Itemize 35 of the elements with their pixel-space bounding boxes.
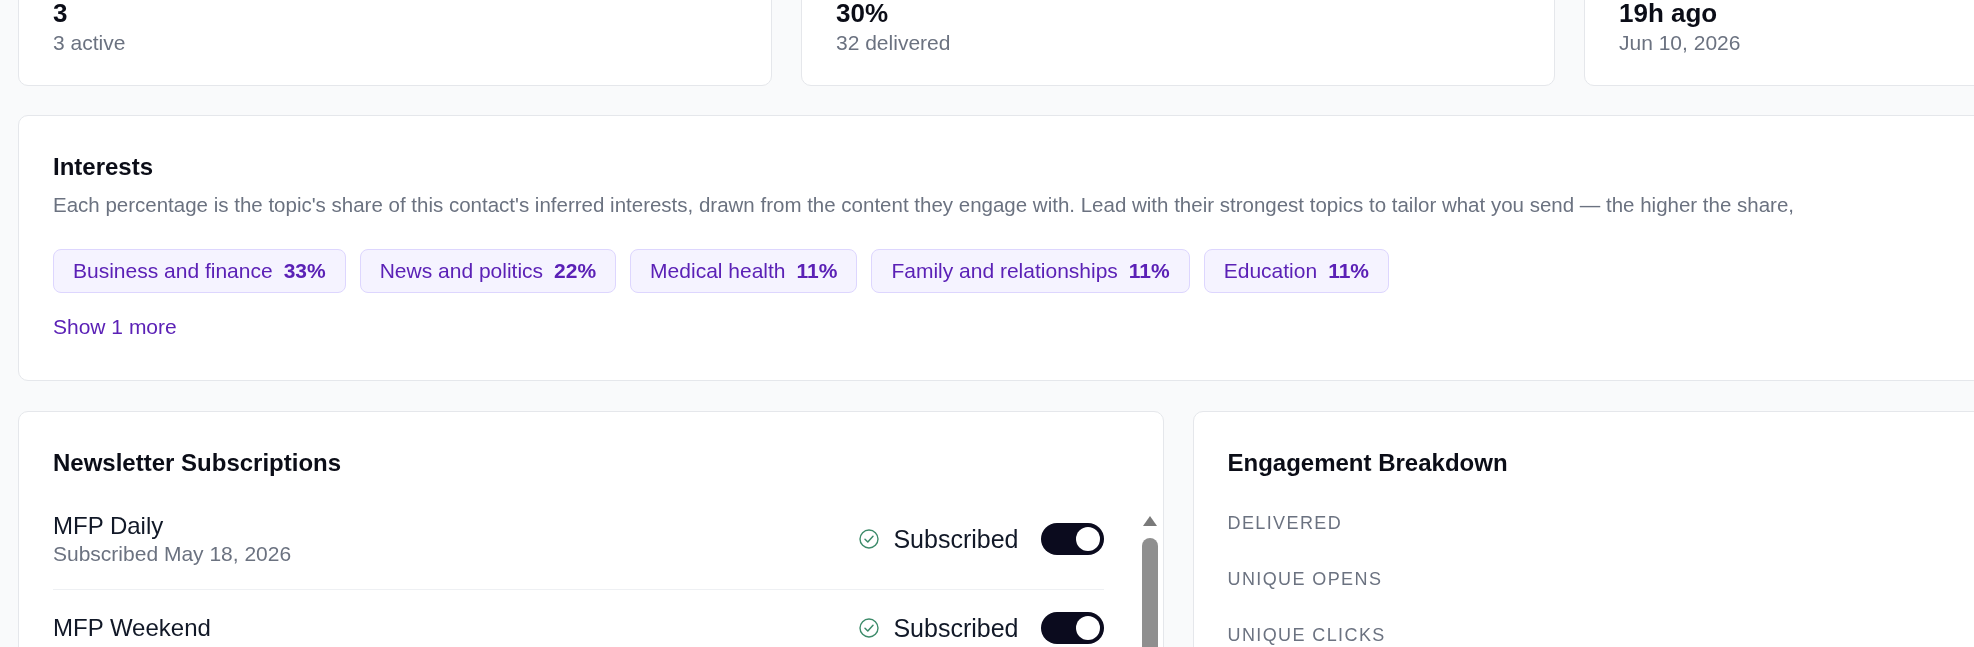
card-title: Newsletter Subscriptions [53, 448, 342, 478]
subscription-toggle[interactable] [1040, 523, 1104, 555]
metric-label: DELIVERED [1227, 513, 1343, 533]
stat-detail: 32 delivered [836, 30, 951, 56]
topic-share: 22% [554, 259, 597, 283]
check-circle-icon [859, 618, 880, 638]
topic-share: 11% [796, 259, 838, 283]
subscription-date: Subscribed May 18, 2026 [53, 541, 292, 567]
topic-share: 11% [1328, 259, 1369, 283]
topic-share: 33% [283, 259, 326, 283]
stat-detail: Jun 10, 2026 [1619, 30, 1741, 56]
check-circle-icon [859, 529, 880, 549]
scroll-up-arrow[interactable] [1142, 516, 1157, 526]
stat-value: 30% [836, 0, 889, 26]
stat-value: 3 [53, 0, 68, 26]
topic-share: 11% [1128, 259, 1170, 283]
subscription-status: Subscribed [893, 524, 1019, 554]
show-more-link[interactable]: Show 1 more [53, 314, 177, 340]
newsletter-name: MFP Weekend [53, 613, 211, 643]
scrollbar-thumb[interactable] [1141, 538, 1158, 647]
card-title: Engagement Breakdown [1227, 448, 1508, 478]
topic-name: Education [1223, 259, 1318, 283]
subscription-toggle[interactable] [1040, 612, 1104, 644]
topic-name: Family and relationships [891, 259, 1118, 283]
newsletter-name: MFP Daily [53, 511, 164, 541]
topic-name: Business and finance [73, 259, 273, 283]
interests-description: Each percentage is the topic's share of this contact's inferred interests, drawn from the content they engage with. Lead with their strongest topics to tailor what you send — the higher the share, [53, 192, 1795, 218]
card-title: Interests [53, 152, 154, 182]
topic-name: News and politics [379, 259, 544, 283]
stat-detail: 3 active [53, 30, 126, 56]
metric-label: UNIQUE OPENS [1227, 569, 1383, 589]
metric-label: UNIQUE CLICKS [1227, 625, 1386, 645]
subscription-status: Subscribed [893, 613, 1019, 643]
stat-value: 19h ago [1619, 0, 1718, 26]
topic-name: Medical health [650, 259, 786, 283]
